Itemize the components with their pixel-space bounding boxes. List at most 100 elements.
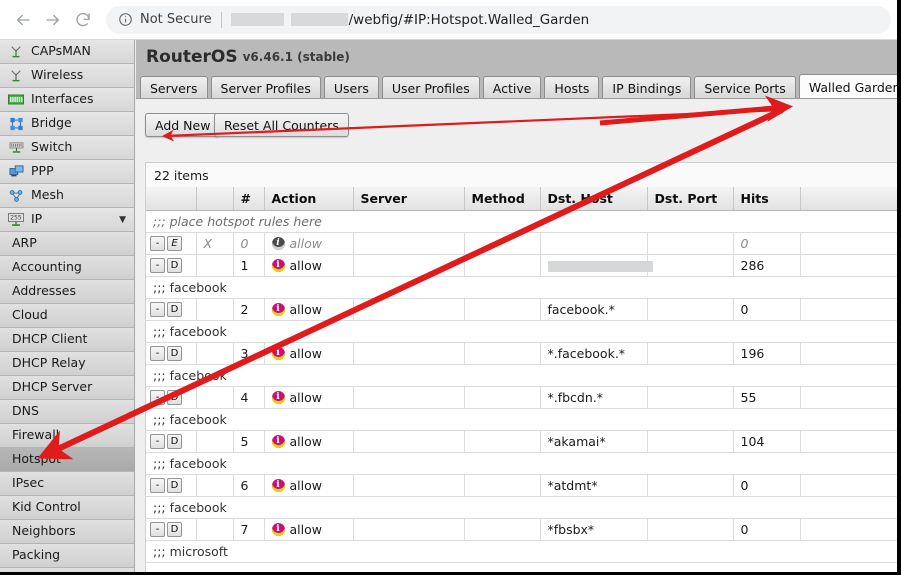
cell-server <box>353 298 465 321</box>
sidebar-item-accounting[interactable]: Accounting <box>0 256 134 280</box>
comment-row[interactable]: ;;; facebook <box>146 452 900 475</box>
comment-row[interactable]: ;;; microsoft <box>146 540 900 563</box>
cell-server <box>353 430 465 453</box>
remove-row-button[interactable]: - <box>150 390 165 405</box>
sidebar-item-label: Accounting <box>12 259 82 275</box>
column-header--[interactable]: # <box>233 187 265 211</box>
remove-row-button[interactable]: - <box>150 522 165 537</box>
url-text-wrap[interactable]: /webfig/#IP:Hotspot.Walled_Garden <box>230 12 879 28</box>
ppp-monitor-icon <box>7 164 25 180</box>
row-action-buttons: -D <box>146 342 197 365</box>
toggle-enable-button[interactable]: E <box>167 236 182 251</box>
sidebar-item-kid-control[interactable]: Kid Control <box>0 496 134 520</box>
comment-row[interactable]: ;;; facebook <box>146 320 900 343</box>
column-header-server[interactable]: Server <box>353 187 465 211</box>
cell-action-label: allow <box>289 257 322 273</box>
sidebar-item-neighbors[interactable]: Neighbors <box>0 520 134 544</box>
sidebar-item-addresses[interactable]: Addresses <box>0 280 134 304</box>
table-row[interactable]: - D 7 i allow *fbsbx* 0 <box>146 518 900 541</box>
tab-user-profiles[interactable]: User Profiles <box>381 76 480 99</box>
cell-action-label: allow <box>289 521 322 537</box>
toggle-enable-button[interactable]: D <box>167 258 182 273</box>
info-circle-icon[interactable] <box>118 12 133 27</box>
add-new-button[interactable]: Add New <box>145 113 221 137</box>
sidebar-item-wireless[interactable]: Wireless <box>0 64 134 88</box>
tab-walled-garden[interactable]: Walled Garden <box>798 74 901 99</box>
sidebar-item-ipsec[interactable]: IPsec <box>0 472 134 496</box>
sidebar-item-dns[interactable]: DNS <box>0 400 134 424</box>
sidebar-item-dhcp-relay[interactable]: DHCP Relay <box>0 352 134 376</box>
table-row[interactable]: - D 3 i allow *.facebook.* 196 <box>146 342 900 365</box>
remove-row-button[interactable]: - <box>150 478 165 493</box>
sidebar-ip-submenu: ARP Accounting Addresses Cloud DHCP Client DH… <box>0 232 134 575</box>
tab-service-ports[interactable]: Service Ports <box>694 76 796 99</box>
reload-icon[interactable] <box>68 5 98 35</box>
sidebar-item-dhcp-server[interactable]: DHCP Server <box>0 376 134 400</box>
reset-all-counters-button[interactable]: Reset All Counters <box>214 113 349 137</box>
sidebar-item-cloud[interactable]: Cloud <box>0 304 134 328</box>
walled-garden-table-wrap[interactable]: # Action Server Method Dst. Host Dst. Port Hit… <box>145 187 901 575</box>
chevron-down-icon[interactable]: ▼ <box>119 215 126 225</box>
comment-text: ;;; facebook <box>146 364 900 387</box>
tab-ip-bindings[interactable]: IP Bindings <box>602 76 692 99</box>
column-header-dst-host[interactable]: Dst. Host <box>540 187 648 211</box>
toggle-enable-button[interactable]: D <box>167 478 182 493</box>
sidebar-item-label: DHCP Client <box>12 331 88 347</box>
column-header-method[interactable]: Method <box>464 187 541 211</box>
cell-method <box>464 518 541 541</box>
remove-row-button[interactable]: - <box>150 346 165 361</box>
cell-dst-port <box>647 474 734 497</box>
column-header-dst-port[interactable]: Dst. Port <box>647 187 734 211</box>
sidebar-item-hotspot[interactable]: Hotspot <box>0 448 134 472</box>
remove-row-button[interactable]: - <box>150 258 165 273</box>
table-row[interactable]: - D 2 i allow facebook.* 0 <box>146 298 900 321</box>
sidebar-item-capsman[interactable]: CAPsMAN <box>0 40 134 64</box>
column-header-action[interactable]: Action <box>264 187 354 211</box>
back-icon[interactable] <box>8 5 38 35</box>
sidebar-item-dhcp-client[interactable]: DHCP Client <box>0 328 134 352</box>
column-header-blank[interactable] <box>146 187 197 211</box>
column-header-blank[interactable] <box>800 187 900 211</box>
address-bar[interactable]: Not Secure /webfig/#IP:Hotspot.Walled_Ga… <box>106 5 891 34</box>
remove-row-button[interactable]: - <box>150 302 165 317</box>
items-count-label: 22 items <box>145 162 901 187</box>
sidebar-item-arp[interactable]: ARP <box>0 232 134 256</box>
sidebar-item-firewall[interactable]: Firewall <box>0 424 134 448</box>
tab-server-profiles[interactable]: Server Profiles <box>210 76 321 99</box>
sidebar-item-bridge[interactable]: Bridge <box>0 112 134 136</box>
sidebar-item-switch[interactable]: Switch <box>0 136 134 160</box>
column-header-hits[interactable]: Hits <box>733 187 801 211</box>
table-row[interactable]: - D 4 i allow *.fbcdn.* 55 <box>146 386 900 409</box>
tab-active[interactable]: Active <box>482 76 542 99</box>
toggle-enable-button[interactable]: D <box>167 346 182 361</box>
comment-row[interactable]: ;;; facebook <box>146 276 900 299</box>
remove-row-button[interactable]: - <box>150 434 165 449</box>
tab-users[interactable]: Users <box>323 76 379 99</box>
column-header-blank[interactable] <box>196 187 234 211</box>
comment-row[interactable]: ;;; facebook <box>146 364 900 387</box>
cell-action-label: allow <box>289 235 322 251</box>
toggle-enable-button[interactable]: D <box>167 302 182 317</box>
sidebar-item-ppp[interactable]: PPP <box>0 160 134 184</box>
tab-servers[interactable]: Servers <box>140 76 208 99</box>
table-row[interactable]: - D 5 i allow *akamai* 104 <box>146 430 900 453</box>
remove-row-button[interactable]: - <box>150 236 165 251</box>
sidebar-item-packing[interactable]: Packing <box>0 544 134 568</box>
table-row[interactable]: - E X 0 i allow 0 <box>146 232 900 255</box>
sidebar-item-ip[interactable]: 255 IP ▼ <box>0 208 134 232</box>
sidebar-item-mesh[interactable]: Mesh <box>0 184 134 208</box>
table-row[interactable]: - D 1 i allow 286 <box>146 254 900 277</box>
toggle-enable-button[interactable]: D <box>167 522 182 537</box>
sidebar-item-interfaces[interactable]: Interfaces <box>0 88 134 112</box>
cell-dst-host: *fbsbx* <box>547 521 595 537</box>
tab-hosts[interactable]: Hosts <box>544 76 600 99</box>
cell-index: 5 <box>233 430 265 453</box>
toggle-enable-button[interactable]: D <box>167 390 182 405</box>
comment-row[interactable]: ;;; facebook <box>146 496 900 519</box>
forward-icon[interactable] <box>38 5 68 35</box>
toggle-enable-button[interactable]: D <box>167 434 182 449</box>
routeros-header: RouterOS v6.46.1 (stable) <box>136 40 901 73</box>
comment-row[interactable]: ;;; facebook <box>146 408 900 431</box>
table-row[interactable]: - D 6 i allow *atdmt* 0 <box>146 474 900 497</box>
comment-row[interactable]: ;;; place hotspot rules here <box>146 210 900 233</box>
